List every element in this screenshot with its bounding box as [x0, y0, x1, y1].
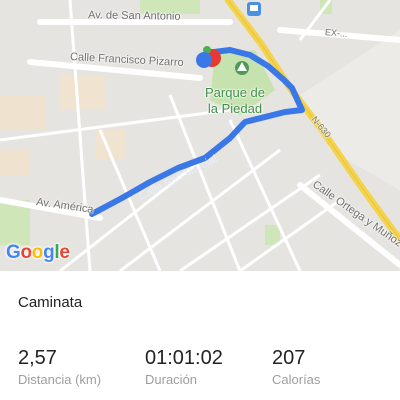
google-logo-letter: e: [59, 242, 70, 263]
stat-calories-value: 207: [272, 347, 306, 369]
road-label-ex: EX-...: [324, 27, 348, 39]
street-label-av-san-antonio: Av. de San Antonio: [87, 9, 181, 23]
route-markers: [196, 2, 261, 75]
stat-duration-label: Duración: [145, 372, 198, 387]
google-logo: Google: [6, 242, 70, 264]
start-marker-icon[interactable]: [196, 52, 212, 68]
stat-duration-value: 01:01:02: [145, 347, 223, 369]
route-map[interactable]: Av. de San Antonio Calle Francisco Pizar…: [0, 0, 400, 271]
activity-summary-panel: Caminata 2,57 Distancia (km) 01:01:02 Du…: [0, 271, 400, 400]
stat-distance-label: Distancia (km): [18, 372, 102, 387]
stat-distance-value: 2,57: [18, 347, 57, 369]
google-logo-letter: G: [6, 242, 21, 263]
park-label: Parque de la Piedad: [205, 85, 265, 117]
google-logo-letter: o: [31, 242, 44, 263]
park-label-line2: la Piedad: [207, 101, 263, 116]
stat-distance: 2,57 Distancia (km): [18, 347, 101, 387]
stat-calories: 207 Calorías: [272, 347, 320, 387]
stat-calories-label: Calorías: [272, 372, 321, 387]
google-logo-letter: o: [20, 242, 32, 263]
activity-title: Caminata: [18, 294, 83, 311]
park-label-line1: Parque de: [205, 85, 265, 100]
stat-duration: 01:01:02 Duración: [145, 347, 223, 387]
google-logo-letter: g: [43, 242, 55, 263]
